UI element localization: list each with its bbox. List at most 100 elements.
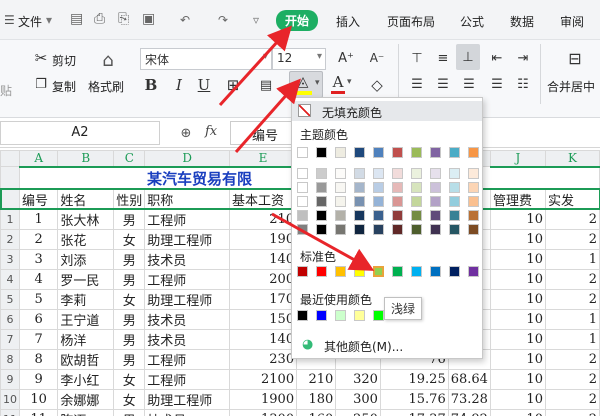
theme-color-swatch[interactable]	[373, 210, 384, 221]
theme-color-swatch[interactable]	[468, 210, 479, 221]
cell-k[interactable]: 2	[544, 348, 600, 370]
theme-color-swatch[interactable]	[411, 147, 422, 158]
merge-center-button[interactable]: 合并居中	[547, 78, 595, 95]
theme-color-swatch[interactable]	[449, 147, 460, 158]
cell-sex[interactable]: 男	[113, 408, 146, 416]
cell-k[interactable]: 2	[544, 268, 600, 290]
cell-j[interactable]: 10	[489, 268, 546, 290]
standard-color-swatch[interactable]	[430, 266, 441, 277]
recent-color-swatch[interactable]	[335, 310, 346, 321]
theme-color-swatch[interactable]	[335, 182, 346, 193]
theme-color-swatch[interactable]	[335, 147, 346, 158]
name-box[interactable]: A2	[0, 121, 160, 145]
standard-color-swatch[interactable]	[411, 266, 422, 277]
row-number[interactable]: 3	[0, 248, 20, 270]
cell-k[interactable]: 2	[544, 388, 600, 410]
theme-color-swatch[interactable]	[297, 182, 308, 193]
save-icon[interactable]: ▤	[70, 11, 83, 27]
row-number[interactable]: 2	[0, 228, 20, 250]
column-header-k[interactable]: K	[544, 150, 600, 168]
cell-sex[interactable]: 男	[113, 248, 146, 270]
align-right-icon[interactable]: ☰	[458, 74, 480, 94]
decrease-font-icon[interactable]: A⁻	[366, 48, 388, 68]
format-painter-button[interactable]: 格式刷	[88, 78, 124, 95]
row-number[interactable]: 9	[0, 368, 20, 390]
cell-title[interactable]: 技术员	[144, 248, 230, 270]
theme-color-swatch[interactable]	[373, 224, 384, 235]
cell-id[interactable]: 7	[18, 328, 59, 350]
undo-icon[interactable]: ↶	[180, 13, 190, 27]
column-header-c[interactable]: C	[113, 150, 146, 168]
theme-color-swatch[interactable]	[411, 224, 422, 235]
font-size-select[interactable]: 12 ▾	[272, 48, 326, 70]
cell-g[interactable]: 320	[335, 368, 381, 390]
theme-color-swatch[interactable]	[430, 182, 441, 193]
theme-color-swatch[interactable]	[316, 168, 327, 179]
cell-k[interactable]: 2	[544, 288, 600, 310]
cell-name[interactable]: 张花	[57, 228, 115, 250]
align-bottom-icon[interactable]: ⊥	[456, 44, 480, 70]
theme-color-swatch[interactable]	[335, 196, 346, 207]
cell-name[interactable]: 刘添	[57, 248, 115, 270]
cell-base[interactable]: 150	[228, 308, 298, 330]
cell-k[interactable]: 2	[544, 208, 600, 230]
theme-color-swatch[interactable]	[335, 224, 346, 235]
theme-color-swatch[interactable]	[316, 196, 327, 207]
align-left-icon[interactable]: ☰	[406, 74, 428, 94]
corner-cell[interactable]	[0, 150, 20, 167]
cell-name[interactable]: 罗一民	[57, 268, 115, 290]
formula-input[interactable]: 编号	[230, 121, 292, 145]
theme-color-swatch[interactable]	[316, 147, 327, 158]
theme-color-swatch[interactable]	[411, 210, 422, 221]
cell-id[interactable]: 10	[18, 388, 59, 410]
cell-base[interactable]: 2100	[228, 368, 298, 390]
tab-data[interactable]: 数据	[510, 13, 534, 30]
recent-color-swatch[interactable]	[316, 310, 327, 321]
menu-icon[interactable]: ☰	[4, 13, 15, 27]
theme-color-swatch[interactable]	[297, 210, 308, 221]
cell-f[interactable]: 180	[296, 388, 337, 410]
theme-color-swatch[interactable]	[392, 210, 403, 221]
row-number[interactable]: 6	[0, 308, 20, 330]
cell-j[interactable]: 10	[489, 408, 546, 416]
standard-color-swatch[interactable]	[392, 266, 403, 277]
column-header-j[interactable]: J	[489, 150, 546, 168]
cell-h2[interactable]: 73.28	[447, 388, 491, 410]
theme-color-swatch[interactable]	[373, 182, 384, 193]
header-cell[interactable]: 管理费	[489, 188, 546, 210]
redo-icon[interactable]: ↷	[218, 13, 228, 27]
align-middle-icon[interactable]: ≡	[432, 48, 454, 68]
column-header-b[interactable]: B	[57, 150, 115, 168]
cell-sex[interactable]: 女	[113, 228, 146, 250]
cell-name[interactable]: 李莉	[57, 288, 115, 310]
more-icon[interactable]: ▿	[253, 13, 259, 27]
export-icon[interactable]: ⎙	[94, 11, 105, 27]
merge-icon[interactable]: ⊟	[562, 46, 588, 70]
header-cell[interactable]: 编号	[18, 188, 59, 210]
header-cell[interactable]: 实发	[544, 188, 600, 210]
cell-base[interactable]: 140	[228, 328, 298, 350]
theme-color-swatch[interactable]	[430, 224, 441, 235]
standard-color-swatch[interactable]	[297, 266, 308, 277]
cell-title[interactable]: 助理工程师	[144, 388, 230, 410]
recent-color-swatch[interactable]	[354, 310, 365, 321]
cell-id[interactable]: 11	[18, 408, 59, 416]
theme-color-swatch[interactable]	[335, 210, 346, 221]
cell-title[interactable]: 工程师	[144, 348, 230, 370]
cell-title[interactable]: 助理工程师	[144, 288, 230, 310]
font-name-select[interactable]: 宋体 ▾	[140, 48, 272, 70]
cell-title[interactable]: 技术员	[144, 408, 230, 416]
copy-button[interactable]: 复制	[52, 78, 76, 95]
cell-j[interactable]: 10	[489, 348, 546, 370]
theme-color-swatch[interactable]	[468, 196, 479, 207]
cell-g[interactable]: 250	[335, 408, 381, 416]
fill-color-button[interactable]: ◬ ▾	[289, 71, 323, 98]
column-header-e[interactable]: E	[228, 150, 298, 168]
theme-color-swatch[interactable]	[354, 224, 365, 235]
tab-file[interactable]: 文件	[18, 13, 42, 30]
theme-color-swatch[interactable]	[392, 147, 403, 158]
paste-button[interactable]: 贴	[0, 82, 12, 99]
row-header[interactable]	[0, 188, 20, 210]
theme-color-swatch[interactable]	[316, 210, 327, 221]
chevron-down-icon[interactable]: ▾	[46, 13, 52, 27]
